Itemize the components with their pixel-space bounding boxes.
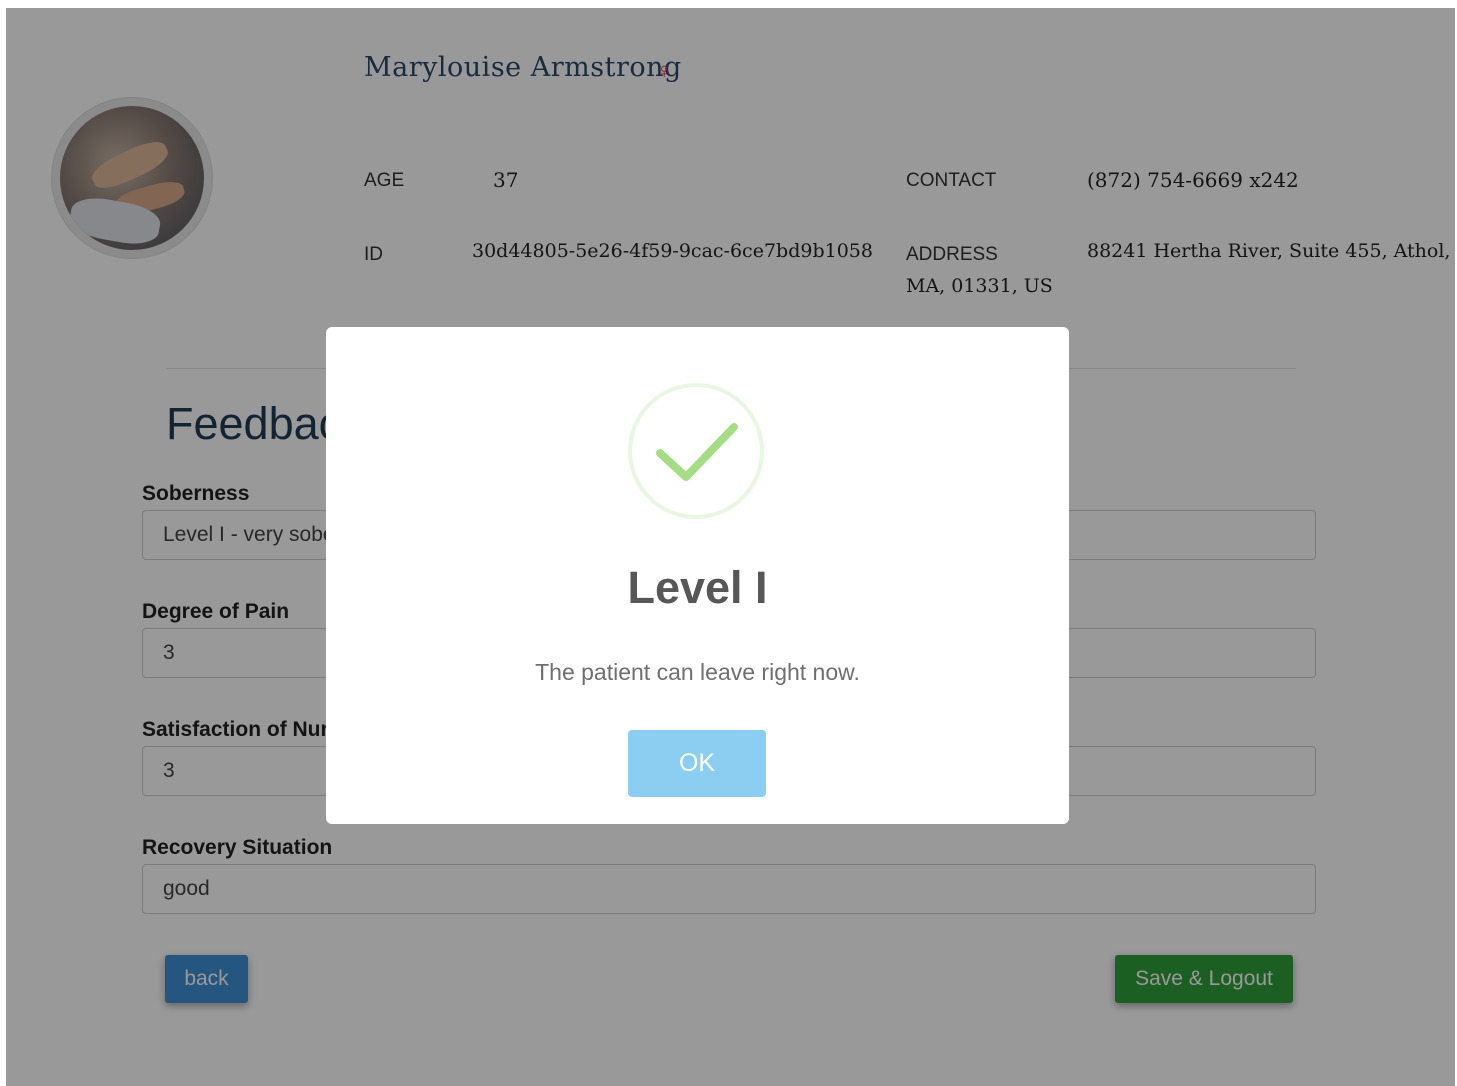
- level-result-modal: Level I The patient can leave right now.…: [326, 327, 1069, 824]
- success-check-icon: [628, 383, 764, 519]
- page: Marylouise Armstrong ♀ AGE 37 ID 30d4480…: [0, 0, 1457, 1086]
- modal-title: Level I: [627, 562, 768, 613]
- ok-button[interactable]: OK: [628, 730, 766, 797]
- modal-message: The patient can leave right now.: [535, 659, 860, 685]
